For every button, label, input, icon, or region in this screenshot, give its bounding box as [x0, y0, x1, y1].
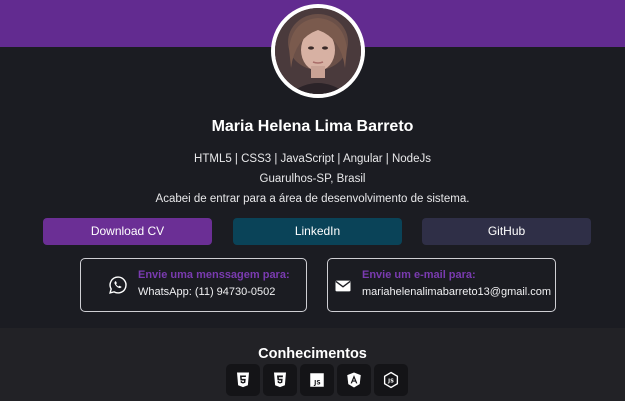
svg-text:JS: JS: [387, 379, 394, 385]
linkedin-button[interactable]: LinkedIn: [233, 218, 402, 245]
github-button[interactable]: GitHub: [422, 218, 591, 245]
whatsapp-number[interactable]: WhatsApp: (11) 94730-0502: [138, 286, 275, 298]
download-cv-button[interactable]: Download CV: [43, 218, 212, 245]
profile-name: Maria Helena Lima Barreto: [211, 118, 414, 135]
whatsapp-icon: [109, 276, 127, 294]
email-address[interactable]: mariahelenalimabarreto13@gmail.com: [362, 286, 551, 298]
javascript-icon: JS: [310, 373, 324, 387]
nodejs-icon: JS: [383, 371, 399, 389]
skill-css3: [263, 364, 297, 396]
skill-javascript: JS: [300, 364, 334, 396]
avatar: [271, 4, 365, 98]
tech-stack-text: HTML5 | CSS3 | JavaScript | Angular | No…: [194, 153, 431, 165]
skills-title: Conhecimentos: [258, 346, 367, 362]
skill-angular: [337, 364, 371, 396]
envelope-icon: [335, 280, 351, 292]
bio-text: Acabei de entrar para a área de desenvol…: [155, 193, 470, 205]
email-label: Envie um e-mail para:: [362, 269, 476, 281]
skills-section: Conhecimentos JS JS: [0, 328, 625, 401]
location-text: Guarulhos-SP, Brasil: [259, 173, 366, 185]
skill-nodejs: JS: [374, 364, 408, 396]
avatar-photo: [275, 8, 361, 94]
whatsapp-label: Envie uma menssagem para:: [138, 269, 290, 281]
skill-html5: [226, 364, 260, 396]
angular-icon: [347, 372, 361, 388]
html5-icon: [237, 372, 249, 388]
svg-text:JS: JS: [313, 380, 321, 387]
email-contact-card[interactable]: Envie um e-mail para: mariahelenalimabar…: [327, 258, 556, 312]
whatsapp-contact-card[interactable]: Envie uma menssagem para: WhatsApp: (11)…: [80, 258, 307, 312]
css3-icon: [274, 372, 286, 388]
